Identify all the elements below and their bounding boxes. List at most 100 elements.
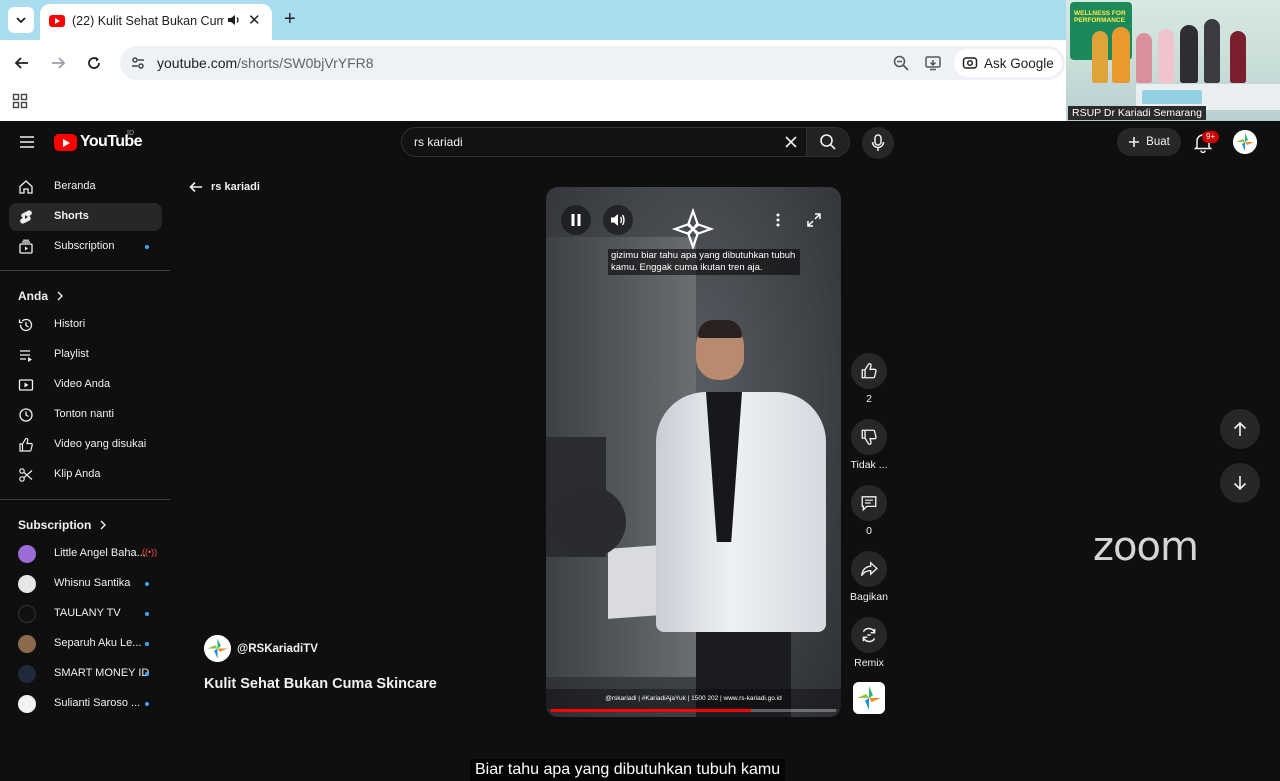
search-button[interactable] [806, 127, 850, 157]
arrow-up-icon [1233, 421, 1247, 436]
you-section-header[interactable]: Anda [18, 289, 64, 303]
like-button[interactable] [851, 353, 887, 389]
channel-avatar [18, 575, 36, 593]
clear-search-icon[interactable] [782, 133, 800, 151]
share-button[interactable] [851, 551, 887, 587]
channel-avatar[interactable] [204, 635, 231, 662]
sidebar-item-subscriptions[interactable]: Subscription [9, 233, 162, 261]
ask-google-button[interactable]: Ask Google [954, 49, 1062, 77]
event-banner-text: WELLNESS FOR PERFORMANCE [1074, 10, 1126, 24]
sidebar-item-your-clips[interactable]: Klip Anda [9, 461, 162, 489]
sidebar-item-label: Tonton nanti [54, 408, 114, 420]
sidebar-subscription-channel[interactable]: Sulianti Saroso ... [9, 690, 162, 718]
person-figure [1204, 19, 1220, 83]
person-figure [1158, 29, 1174, 83]
youtube-app: YouTube ID Buat 9+ Beranda Shorts Subscr… [0, 121, 1280, 781]
back-to-search-link[interactable]: rs kariadi [189, 181, 260, 193]
video-contact-strip: @rskariadi | #KariadiAjaYuk | 1500 202 |… [546, 689, 841, 709]
shorts-icon [20, 210, 32, 224]
channel-avatar [18, 635, 36, 653]
fullscreen-icon[interactable] [802, 205, 826, 235]
apps-grid-icon[interactable] [12, 93, 28, 109]
new-content-dot [145, 702, 149, 706]
search-input[interactable] [414, 128, 774, 156]
new-content-dot [145, 245, 149, 249]
subscriptions-section-header[interactable]: Subscription [18, 518, 107, 532]
clock-icon [19, 408, 33, 422]
sidebar-item-liked-videos[interactable]: Video yang disukai [9, 431, 162, 459]
thumbs-down-icon [861, 429, 877, 445]
back-arrow-icon[interactable] [11, 52, 33, 74]
close-tab-icon[interactable]: ✕ [248, 11, 261, 29]
more-options-icon[interactable] [766, 205, 790, 235]
browser-tab[interactable]: (22) Kulit Sehat Bukan Cuma Skincare ✕ [40, 4, 272, 40]
account-avatar[interactable] [1233, 130, 1257, 154]
sidebar-item-label: Playlist [54, 348, 89, 360]
sidebar-item-label: Video yang disukai [54, 438, 147, 450]
address-bar[interactable]: youtube.com/shorts/SW0bjVrYFR8 Ask Googl… [120, 46, 1065, 80]
remix-icon [862, 627, 876, 643]
audio-source-avatar[interactable] [853, 682, 885, 714]
new-content-dot [145, 642, 149, 646]
sidebar-item-your-videos[interactable]: Video Anda [9, 371, 162, 399]
speaker-icon[interactable] [226, 12, 242, 28]
dislike-button[interactable] [851, 419, 887, 455]
scissors-icon [19, 468, 33, 482]
arrow-down-icon [1233, 476, 1247, 491]
kariadi-logo-icon [1233, 130, 1257, 154]
comments-button[interactable] [851, 485, 887, 521]
remix-button[interactable] [851, 617, 887, 653]
new-content-dot [145, 672, 149, 676]
sidebar-subscription-channel[interactable]: TAULANY TV [9, 600, 162, 628]
subscriptions-section-title: Subscription [18, 518, 92, 532]
back-link-label: rs kariadi [211, 181, 260, 193]
sidebar-item-playlists[interactable]: Playlist [9, 341, 162, 369]
previous-short-button[interactable] [1220, 409, 1260, 449]
search-box[interactable] [401, 127, 809, 157]
pause-button[interactable] [561, 205, 591, 235]
video-icon [18, 379, 34, 391]
video-progress-bar[interactable] [551, 709, 836, 712]
channel-info[interactable]: @RSKariadiTV [204, 635, 318, 662]
next-short-button[interactable] [1220, 463, 1260, 503]
sidebar-item-home[interactable]: Beranda [9, 173, 162, 201]
site-info-icon[interactable] [128, 53, 148, 73]
sidebar-item-history[interactable]: Histori [9, 311, 162, 339]
tab-search-button[interactable] [8, 7, 34, 33]
sidebar-subscription-channel[interactable]: SMART MONEY ID [9, 660, 162, 688]
channel-name[interactable]: @RSKariadiTV [237, 643, 318, 655]
voice-search-button[interactable] [862, 127, 894, 159]
person-figure [1230, 31, 1246, 83]
sidebar-item-shorts[interactable]: Shorts [9, 203, 162, 231]
mute-button[interactable] [603, 205, 633, 235]
sidebar-item-label: Shorts [54, 210, 89, 222]
sidebar-subscription-channel[interactable]: Whisnu Santika [9, 570, 162, 598]
search-icon [820, 134, 836, 150]
new-content-dot [145, 582, 149, 586]
sidebar-item-watch-later[interactable]: Tonton nanti [9, 401, 162, 429]
zoom-participant-video[interactable]: WELLNESS FOR PERFORMANCE RSUP Dr Kariadi… [1066, 0, 1280, 121]
reload-icon[interactable] [83, 52, 105, 74]
video-title: Kulit Sehat Bukan Cuma Skincare [204, 676, 437, 692]
thumbs-up-icon [19, 437, 33, 452]
kariadi-logo-icon [853, 682, 885, 714]
sidebar-subscription-channel[interactable]: Separuh Aku Le... [9, 630, 162, 658]
install-app-icon[interactable] [924, 54, 942, 72]
sidebar-item-label: Subscription [54, 240, 115, 252]
url-text[interactable]: youtube.com/shorts/SW0bjVrYFR8 [157, 55, 374, 71]
sidebar-subscription-channel[interactable]: Little Angel Baha... ((•)) [9, 540, 162, 568]
dislike-label: Tidak ... [850, 459, 888, 471]
new-tab-button[interactable]: + [284, 8, 296, 30]
sidebar-item-label: SMART MONEY ID [54, 667, 150, 679]
forward-arrow-icon[interactable] [47, 52, 69, 74]
closed-caption: Biar tahu apa yang dibutuhkan tubuh kamu [470, 759, 786, 781]
shorts-video-player[interactable]: gizimu biar tahu apa yang dibutuhkan tub… [546, 187, 841, 717]
you-section-title: Anda [18, 289, 48, 303]
create-button[interactable]: Buat [1117, 128, 1181, 156]
sidebar-item-label: TAULANY TV [54, 607, 121, 619]
sidebar-divider [0, 499, 170, 500]
back-arrow-icon [189, 181, 202, 193]
menu-icon[interactable] [18, 135, 36, 149]
sidebar-item-label: Klip Anda [54, 468, 101, 480]
zoom-magnifier-icon[interactable] [892, 54, 910, 72]
